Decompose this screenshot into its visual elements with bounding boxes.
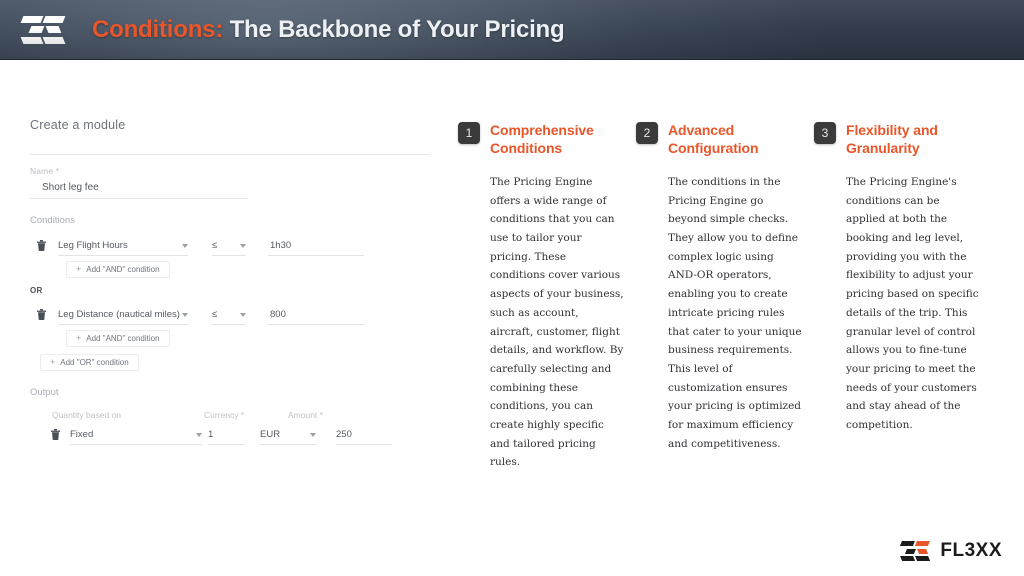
or-separator-label: OR	[30, 286, 43, 295]
conditions-section-label: Conditions	[30, 215, 75, 226]
condition-operator-value: ≤	[212, 239, 218, 251]
name-input[interactable]: Short leg fee	[30, 176, 430, 198]
chevron-down-icon	[182, 312, 188, 317]
plus-icon: +	[76, 264, 82, 274]
quantity-based-on-value: Fixed	[70, 428, 94, 440]
feature-column-body: The Pricing Engine offers a wide range o…	[490, 176, 624, 469]
feature-column-3: 3 Flexibility and Granularity The Pricin…	[814, 122, 992, 472]
chevron-down-icon	[240, 243, 246, 248]
condition-field-select[interactable]: Leg Distance (nautical miles)	[58, 308, 188, 325]
condition-value-text: 800	[270, 308, 286, 320]
feature-column-header: 2 Advanced Configuration	[636, 122, 802, 157]
feature-column-title: Flexibility and Granularity	[846, 122, 938, 156]
add-or-condition-label: Add "OR" condition	[60, 358, 129, 367]
condition-operator-select[interactable]: ≤	[212, 308, 246, 325]
amount-column-label: Amount *	[288, 410, 323, 420]
condition-field-select[interactable]: Leg Flight Hours	[58, 239, 188, 256]
fl3xx-logo-icon	[20, 13, 66, 47]
create-module-panel: Create a module Name * Short leg fee Con…	[30, 118, 430, 445]
name-field-label: Name *	[30, 166, 60, 176]
add-and-condition-button[interactable]: + Add "AND" condition	[66, 330, 170, 347]
condition-operator-select[interactable]: ≤	[212, 239, 246, 256]
step-number-badge: 1	[458, 122, 480, 144]
amount-input[interactable]: 250	[336, 428, 392, 445]
delete-condition-icon[interactable]	[30, 308, 52, 320]
quantity-number-value: 1	[208, 428, 214, 440]
feature-column-body: The conditions in the Pricing Engine go …	[668, 176, 802, 450]
quantity-number-input[interactable]: 1	[208, 428, 244, 445]
feature-columns: 1 Comprehensive Conditions The Pricing E…	[458, 122, 992, 472]
output-header-row: Quantity based on Currency * Amount *	[30, 410, 430, 420]
slide-header: Conditions: The Backbone of Your Pricing	[0, 0, 1024, 60]
condition-row: Leg Distance (nautical miles) ≤ 800	[30, 305, 430, 325]
delete-condition-icon[interactable]	[30, 239, 52, 251]
feature-column-2: 2 Advanced Configuration The conditions …	[636, 122, 814, 472]
feature-column-body: The Pricing Engine's conditions can be a…	[846, 176, 979, 431]
feature-column-title: Comprehensive Conditions	[490, 122, 594, 156]
chevron-down-icon	[182, 243, 188, 248]
plus-icon: +	[76, 333, 82, 343]
condition-field-value: Leg Flight Hours	[58, 239, 128, 251]
chevron-down-icon	[310, 432, 316, 437]
condition-value-input[interactable]: 800	[268, 308, 364, 325]
condition-operator-value: ≤	[212, 308, 218, 320]
form-title: Create a module	[30, 118, 126, 132]
page-title-rest: The Backbone of Your Pricing	[223, 15, 565, 43]
amount-value: 250	[336, 428, 352, 440]
add-and-condition-button[interactable]: + Add "AND" condition	[66, 261, 170, 278]
page-title-accent: Conditions:	[92, 15, 224, 43]
output-row: Fixed 1 EUR 250	[30, 426, 430, 445]
add-or-condition-button[interactable]: + Add "OR" condition	[40, 354, 139, 371]
currency-value: EUR	[260, 428, 281, 440]
condition-value-text: 1h30	[270, 239, 292, 251]
delete-output-icon[interactable]	[44, 428, 66, 440]
footer-logo: FL3XX	[900, 540, 1002, 562]
page-title: Conditions: The Backbone of Your Pricing	[92, 15, 565, 44]
chevron-down-icon	[240, 312, 246, 317]
feature-column-title: Advanced Configuration	[668, 122, 759, 156]
feature-column-header: 1 Comprehensive Conditions	[458, 122, 624, 157]
condition-row: Leg Flight Hours ≤ 1h30	[30, 236, 430, 256]
condition-field-value: Leg Distance (nautical miles)	[58, 308, 180, 320]
slide-root: Conditions: The Backbone of Your Pricing…	[0, 0, 1024, 576]
output-section-label: Output	[30, 387, 59, 398]
footer-wordmark: FL3XX	[940, 540, 1002, 561]
step-number-badge: 3	[814, 122, 836, 144]
name-input-underline	[30, 198, 248, 199]
feature-column-header: 3 Flexibility and Granularity	[814, 122, 980, 157]
add-and-condition-label: Add "AND" condition	[86, 265, 160, 274]
quantity-based-on-select[interactable]: Fixed	[70, 428, 202, 445]
add-and-condition-label: Add "AND" condition	[86, 334, 160, 343]
quantity-column-label: Quantity based on	[52, 410, 121, 420]
step-number-badge: 2	[636, 122, 658, 144]
currency-select[interactable]: EUR	[260, 428, 316, 445]
chevron-down-icon	[196, 432, 202, 437]
plus-icon: +	[50, 357, 56, 367]
currency-column-label: Currency *	[204, 410, 245, 420]
fl3xx-logo-icon	[900, 540, 931, 562]
feature-column-1: 1 Comprehensive Conditions The Pricing E…	[458, 122, 636, 472]
condition-value-input[interactable]: 1h30	[268, 239, 364, 256]
form-divider	[30, 154, 430, 155]
